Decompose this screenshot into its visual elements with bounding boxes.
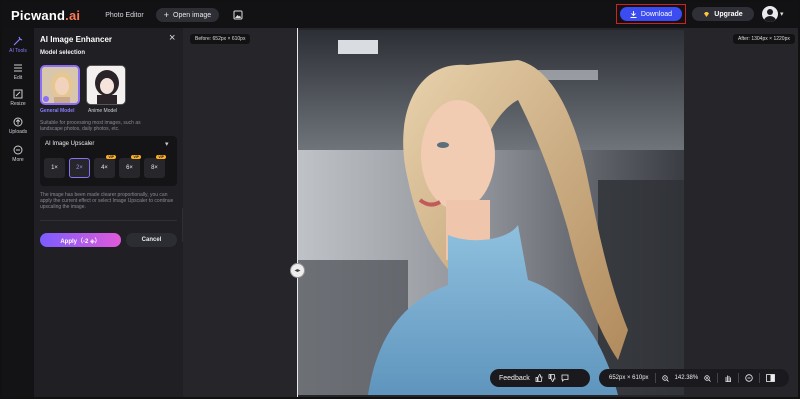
gallery-icon[interactable]: [233, 10, 243, 20]
anime-model-thumbnail: [87, 66, 125, 104]
cancel-button[interactable]: Cancel: [126, 233, 177, 247]
divider: [40, 220, 177, 221]
scale-8x-button[interactable]: 8× VIP: [144, 155, 166, 178]
download-label: Download: [640, 10, 673, 18]
separator: [717, 373, 719, 383]
upscaler-title[interactable]: AI Image Upscaler: [45, 141, 94, 147]
vip-badge: VIP: [131, 155, 141, 159]
close-icon[interactable]: ×: [169, 32, 175, 44]
open-image-button[interactable]: + Open image: [155, 8, 220, 22]
panel-title: AI Image Enhancer: [40, 35, 113, 44]
upgrade-button[interactable]: Upgrade: [692, 7, 754, 21]
thumbs-down-icon[interactable]: [548, 374, 556, 382]
plus-icon: +: [163, 9, 169, 20]
rail-label-ai-tools: AI Tools: [9, 48, 27, 54]
scale-2x-button[interactable]: 2×: [69, 158, 90, 178]
model-selection-heading: Model selection: [40, 50, 86, 56]
diamond-icon: [704, 11, 710, 17]
hand-pan-icon[interactable]: [724, 374, 732, 382]
app-logo[interactable]: Picwand.ai: [11, 8, 80, 23]
rail-label-more: More: [12, 157, 24, 163]
vip-badge: VIP: [106, 155, 116, 159]
rail-item-uploads[interactable]: Uploads: [2, 117, 34, 135]
model-description: Suitable for processing most images, suc…: [40, 120, 141, 132]
chevron-down-icon[interactable]: ▾: [165, 140, 169, 148]
dimensions-readout: 652px × 610px: [609, 375, 649, 381]
download-icon: [630, 10, 637, 18]
anime-model-card[interactable]: [86, 65, 126, 105]
feedback-label: Feedback: [499, 374, 530, 382]
resize-icon: [13, 89, 23, 99]
general-model-label: General Model: [40, 108, 75, 114]
vip-badge: VIP: [156, 155, 166, 159]
rail-item-resize[interactable]: Resize: [2, 89, 34, 107]
rail-item-edit[interactable]: Edit: [2, 63, 34, 81]
separator: [654, 373, 656, 383]
separator: [759, 373, 761, 383]
enhancer-panel: AI Image Enhancer × Model selection Gene…: [34, 28, 183, 397]
upgrade-label: Upgrade: [714, 10, 743, 18]
rail-item-ai-tools[interactable]: AI Tools: [2, 36, 34, 54]
scale-1x-button[interactable]: 1×: [44, 158, 65, 178]
compare-toggle-icon[interactable]: [745, 374, 753, 382]
scale-label: 6×: [126, 165, 133, 171]
split-view-icon[interactable]: [766, 374, 776, 382]
rail-item-more[interactable]: More: [2, 145, 34, 163]
thumbs-up-icon[interactable]: [535, 374, 543, 382]
scale-label: 4×: [101, 165, 108, 171]
zoom-level[interactable]: 142.38%: [675, 375, 699, 381]
scale-label: 8×: [151, 165, 158, 171]
scale-6x-button[interactable]: 6× VIP: [119, 155, 141, 178]
upscaler-description: The image has been made clearer proporti…: [40, 192, 174, 210]
open-image-label: Open image: [173, 11, 212, 19]
before-label: Before: 652px × 610px: [190, 34, 251, 44]
apply-button[interactable]: Apply（-2 ◈）: [40, 233, 121, 247]
photo-editor-link[interactable]: Photo Editor: [105, 12, 144, 19]
selected-check-icon: [43, 96, 49, 102]
scale-4x-button[interactable]: 4× VIP: [94, 155, 116, 178]
zoom-out-icon[interactable]: [661, 374, 669, 382]
download-button[interactable]: Download: [620, 7, 682, 21]
left-rail: AI Tools Edit Resize Uploads More: [2, 28, 34, 397]
rail-label-resize: Resize: [10, 101, 26, 107]
chat-icon[interactable]: [561, 374, 569, 382]
zoom-in-icon[interactable]: [704, 374, 712, 382]
compare-handle[interactable]: ◂▸: [290, 263, 305, 278]
separator: [738, 373, 740, 383]
scale-label: 2×: [76, 165, 83, 171]
upload-icon: [13, 117, 23, 127]
zoom-bar: 652px × 610px 142.38%: [599, 369, 789, 387]
more-icon: [13, 145, 23, 155]
download-highlight: Download: [616, 4, 686, 24]
scale-label: 1×: [51, 165, 58, 171]
anime-model-label: Anime Model: [88, 108, 118, 114]
sliders-icon: [14, 64, 22, 72]
ai-tools-icon: [13, 36, 23, 46]
chevron-down-icon[interactable]: ▾: [780, 10, 784, 18]
rail-label-edit: Edit: [13, 75, 23, 81]
rail-label-uploads: Uploads: [8, 129, 28, 135]
feedback-bar: Feedback: [490, 369, 590, 387]
after-label: After: 1304px × 1220px: [733, 34, 795, 44]
preview-image: [298, 30, 684, 395]
user-avatar[interactable]: [762, 6, 778, 22]
compare-divider[interactable]: [297, 28, 298, 397]
upscaler-box: AI Image Upscaler ▾ 1× 2× 4× VIP 6× VIP 8×…: [40, 136, 177, 186]
